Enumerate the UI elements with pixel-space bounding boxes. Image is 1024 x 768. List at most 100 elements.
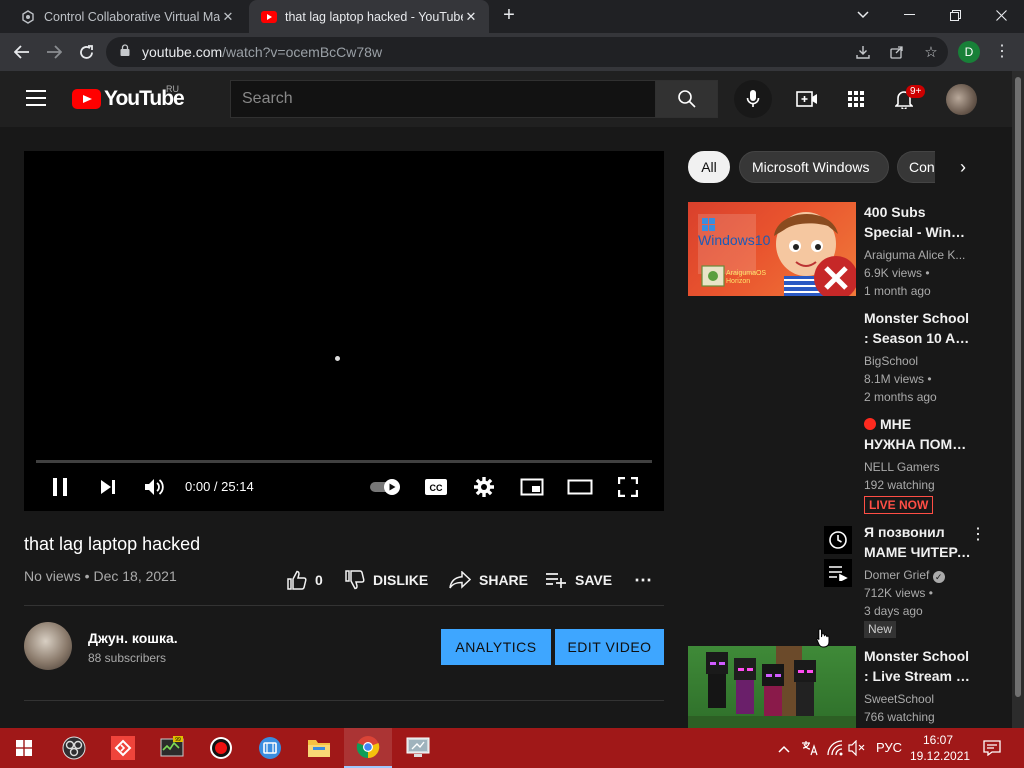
chip-microsoft-windows[interactable]: Microsoft Windows	[739, 151, 889, 183]
remote-desktop-icon[interactable]	[394, 728, 442, 768]
recommendation-title[interactable]: : Season 10 All Episodes	[864, 328, 972, 348]
tab-title: Control Collaborative Virtual Ma	[44, 9, 220, 24]
search-button[interactable]	[655, 80, 718, 118]
forward-arrow-icon[interactable]	[38, 33, 70, 71]
input-method-icon[interactable]	[800, 740, 818, 759]
fullscreen-icon[interactable]	[614, 474, 642, 500]
taskbar-clock[interactable]: 16:07 19.12.2021	[910, 732, 970, 764]
minimize-icon[interactable]	[886, 0, 932, 30]
recommendation-item[interactable]: Windows10 AraigumaOS Horizon 400 Subs Sp…	[688, 202, 1012, 302]
hand-cursor-icon	[816, 628, 830, 653]
pause-icon[interactable]	[46, 474, 74, 500]
keyboard-language[interactable]: РУС	[876, 740, 902, 755]
recommendation-title[interactable]: НУЖНА ПОМОЩЬ	[864, 434, 972, 454]
watch-later-icon[interactable]	[824, 526, 852, 554]
wifi-icon[interactable]	[826, 740, 844, 759]
settings-gear-icon[interactable]	[470, 474, 498, 500]
analytics-button[interactable]: ANALYTICS	[441, 629, 551, 665]
more-options-icon[interactable]: ⋮	[970, 524, 986, 544]
like-button[interactable]: 0	[287, 569, 323, 591]
autoplay-toggle-icon[interactable]	[368, 474, 404, 500]
recommendation-title[interactable]: Я позвонил	[864, 522, 972, 542]
account-avatar[interactable]	[946, 84, 977, 115]
recommendation-title[interactable]: МНЕ	[864, 414, 972, 434]
video-title: that lag laptop hacked	[24, 534, 201, 554]
recommendation-title[interactable]: Special - Windows 10...	[864, 222, 972, 242]
theater-mode-icon[interactable]	[566, 474, 594, 500]
microphone-icon	[746, 90, 760, 107]
tab-youtube[interactable]: that lag laptop hacked - YouTube ✕	[249, 0, 489, 33]
restore-icon[interactable]	[932, 0, 978, 30]
channel-avatar[interactable]	[24, 622, 72, 670]
hamburger-menu-icon[interactable]	[26, 90, 46, 106]
channel-name[interactable]: Джун. кошка.	[88, 630, 178, 646]
back-arrow-icon[interactable]	[6, 33, 38, 71]
subtitles-icon[interactable]: CC	[422, 474, 450, 500]
next-video-icon[interactable]	[94, 474, 122, 500]
video-thumbnail[interactable]: Windows10 AraigumaOS Horizon	[688, 202, 856, 296]
notification-center-icon[interactable]	[983, 740, 1001, 759]
screen-recorder-icon[interactable]	[197, 728, 245, 768]
tab-search-chevron-icon[interactable]	[840, 0, 886, 30]
more-actions-icon[interactable]: ⋯	[634, 569, 652, 591]
page-scrollbar[interactable]	[1012, 71, 1024, 729]
tray-chevron-up-icon[interactable]	[778, 740, 790, 756]
recommendation-title[interactable]: 400 Subs	[864, 202, 972, 222]
share-button[interactable]: SHARE	[449, 569, 528, 591]
video-progress-bar[interactable]	[36, 460, 652, 463]
recommendation-channel[interactable]: NELL Gamers	[864, 458, 972, 476]
lock-icon[interactable]	[120, 43, 130, 61]
edit-video-button[interactable]: EDIT VIDEO	[555, 629, 664, 665]
search-input[interactable]	[230, 80, 656, 118]
apps-grid-icon[interactable]	[844, 88, 868, 110]
voice-search-button[interactable]	[734, 80, 772, 118]
recommendation-title[interactable]: : Live Stream - ...	[864, 666, 972, 686]
new-tab-plus-icon[interactable]: +	[492, 0, 526, 30]
recommendation-item[interactable]: МНЕ НУЖНА ПОМОЩЬ NELL Gamers 192 watchin…	[688, 414, 1012, 518]
chip-con[interactable]: Con	[897, 151, 935, 183]
task-manager-app-icon[interactable]: 99	[148, 728, 196, 768]
bookmark-star-icon[interactable]: ☆	[918, 41, 944, 63]
chip-all[interactable]: All	[688, 151, 730, 183]
share-page-icon[interactable]	[884, 41, 910, 63]
tab-close-icon[interactable]: ✕	[220, 9, 236, 25]
install-app-icon[interactable]	[850, 41, 876, 63]
tab-close-icon[interactable]: ✕	[463, 9, 479, 25]
file-explorer-icon[interactable]	[295, 728, 343, 768]
obs-studio-icon[interactable]	[50, 728, 98, 768]
recommendation-channel[interactable]: BigSchool	[864, 352, 972, 370]
windows-start-icon[interactable]	[0, 728, 48, 768]
recommendation-channel[interactable]: SweetSchool	[864, 690, 972, 708]
create-video-icon[interactable]	[795, 88, 819, 110]
close-window-icon[interactable]	[978, 0, 1024, 30]
add-to-queue-icon[interactable]	[824, 559, 852, 587]
speaker-muted-icon[interactable]	[848, 739, 866, 759]
recommendation-channel[interactable]: Araiguma Alice K...	[864, 246, 972, 264]
recommendation-stats: 712K views •	[864, 586, 933, 600]
recommendation-item[interactable]: Monster School : Live Stream - ... Sweet…	[688, 646, 1012, 728]
browser-menu-icon[interactable]: ⋮	[994, 41, 1010, 61]
dislike-button[interactable]: DISLIKE	[345, 569, 428, 591]
video-player[interactable]	[24, 151, 664, 511]
address-bar[interactable]: youtube.com/watch?v=ocemBcCw78w ☆	[106, 37, 948, 67]
recommendation-item[interactable]: Monster School : Season 10 All Episodes …	[688, 308, 1012, 408]
miniplayer-icon[interactable]	[518, 474, 546, 500]
browser-profile-avatar[interactable]: D	[958, 41, 980, 63]
recommendation-title[interactable]: Monster School	[864, 308, 972, 328]
recommendation-title[interactable]: МАМЕ ЧИТЕРА...	[864, 542, 972, 562]
video-thumbnail[interactable]	[688, 646, 856, 728]
volume-icon[interactable]	[141, 474, 169, 500]
chrome-taskbar-icon[interactable]	[344, 728, 392, 768]
reload-icon[interactable]	[70, 33, 102, 71]
recommendation-title[interactable]: Monster School	[864, 646, 972, 666]
youtube-logo[interactable]: YouTube RU	[72, 84, 185, 111]
tab-control-collaborative[interactable]: Control Collaborative Virtual Ma ✕	[8, 0, 246, 33]
recommendation-item[interactable]: Я позвонил МАМЕ ЧИТЕРА... Domer Grief ✓ …	[688, 522, 1012, 640]
recommendation-channel[interactable]: Domer Grief ✓	[864, 566, 972, 584]
photos-app-icon[interactable]	[246, 728, 294, 768]
chevron-right-icon[interactable]: ›	[952, 157, 974, 178]
save-button[interactable]: SAVE	[545, 569, 612, 591]
scrollbar-thumb[interactable]	[1015, 77, 1021, 697]
svg-text:99: 99	[175, 737, 181, 743]
anydesk-icon[interactable]	[99, 728, 147, 768]
